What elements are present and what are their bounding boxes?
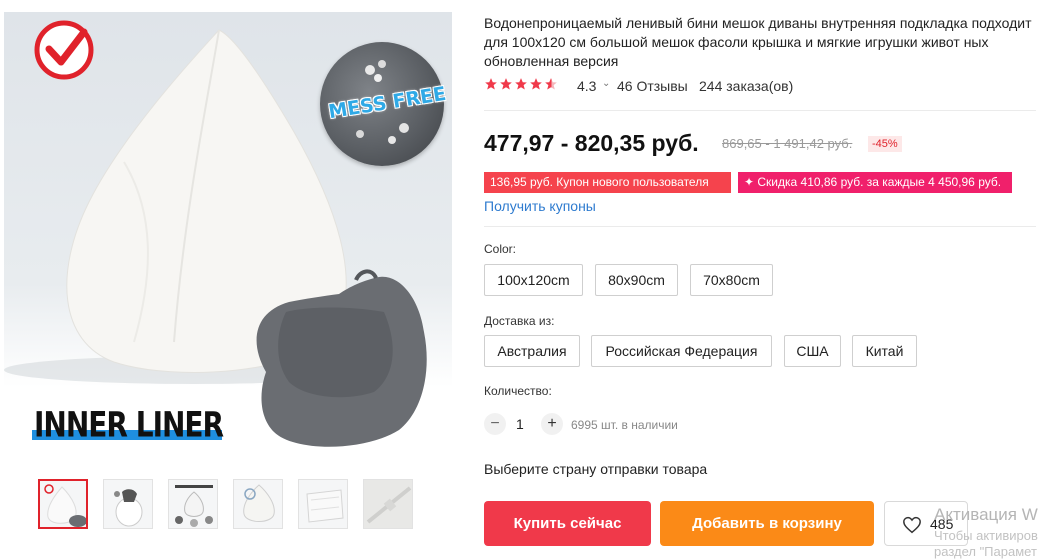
buy-now-button[interactable]: Купить сейчас — [484, 501, 651, 546]
quantity-increase-button[interactable]: + — [541, 413, 563, 435]
ship-from-russia[interactable]: Российская Федерация — [591, 335, 772, 367]
thumbnail-3[interactable] — [168, 479, 218, 529]
store-discount-coupon[interactable]: ✦ Скидка 410,86 руб. за каждые 4 450,96 … — [738, 172, 1012, 193]
chevron-down-icon[interactable]: ⌄ — [602, 78, 610, 89]
star-icon — [485, 78, 497, 90]
separate-liner-thumb-icon — [175, 485, 213, 527]
color-option-100x120[interactable]: 100x120cm — [484, 264, 583, 296]
inner-liner-label: INNER LINER — [34, 404, 224, 446]
new-user-coupon[interactable]: 136,95 руб. Купон нового пользователя — [484, 172, 731, 193]
rating-stars — [484, 77, 559, 93]
orders-count: 244 заказа(ов) — [699, 78, 794, 94]
quantity-label: Количество: — [484, 384, 552, 398]
star-icon — [515, 78, 527, 90]
quantity-value[interactable]: 1 — [516, 416, 524, 432]
activation-line-1: Чтобы активиров — [934, 528, 1038, 543]
color-option-70x80[interactable]: 70x80cm — [690, 264, 773, 296]
discount-badge: -45% — [868, 136, 902, 152]
color-option-80x90[interactable]: 80x90cm — [595, 264, 678, 296]
ship-from-china[interactable]: Китай — [852, 335, 917, 367]
thumbnail-6[interactable] — [363, 479, 413, 529]
product-title: Водонепроницаемый ленивый бини мешок див… — [484, 15, 1032, 69]
heart-icon — [903, 516, 921, 534]
old-price: 869,65 - 1 491,42 руб. — [722, 136, 853, 151]
quantity-decrease-button[interactable]: − — [484, 413, 506, 435]
mess-free-badge: MESS FREE — [320, 42, 448, 166]
windows-activation-watermark: Активация W — [934, 505, 1038, 524]
windows-activation-hint: Чтобы активиров раздел "Парамет — [934, 528, 1038, 560]
fabric-thumb-icon — [306, 489, 344, 523]
thumbnail-4[interactable] — [233, 479, 283, 529]
ship-from-label: Доставка из: — [484, 314, 555, 328]
ship-from-australia[interactable]: Австралия — [484, 335, 580, 367]
half-star-icon — [545, 78, 557, 90]
rating-value: 4.3 — [577, 78, 597, 94]
divider — [484, 226, 1036, 227]
get-coupons-link[interactable]: Получить купоны — [484, 198, 596, 214]
add-to-cart-button[interactable]: Добавить в корзину — [660, 501, 874, 546]
thumbnail-5[interactable] — [298, 479, 348, 529]
reviews-link[interactable]: 46 Отзывы — [617, 78, 688, 94]
ship-country-prompt[interactable]: Выберите страну отправки товара — [484, 461, 707, 477]
divider — [484, 110, 1036, 111]
main-product-image[interactable]: MESS FREE INNER LINER — [4, 12, 452, 464]
bean-bag-thumb-icon — [243, 484, 275, 522]
ship-from-usa[interactable]: США — [784, 335, 841, 367]
star-icon — [500, 78, 512, 90]
zipper-thumb-icon — [364, 480, 412, 528]
star-icon — [530, 78, 542, 90]
thumbnail-1[interactable] — [38, 479, 88, 529]
color-label: Color: — [484, 242, 517, 256]
thumbnail-2[interactable] — [103, 479, 153, 529]
bean-bag-thumb-icon — [44, 484, 86, 527]
bean-bag-thumb-icon — [114, 489, 143, 527]
stock-count: 6995 шт. в наличии — [571, 418, 678, 432]
price-range: 477,97 - 820,35 руб. — [484, 130, 699, 156]
